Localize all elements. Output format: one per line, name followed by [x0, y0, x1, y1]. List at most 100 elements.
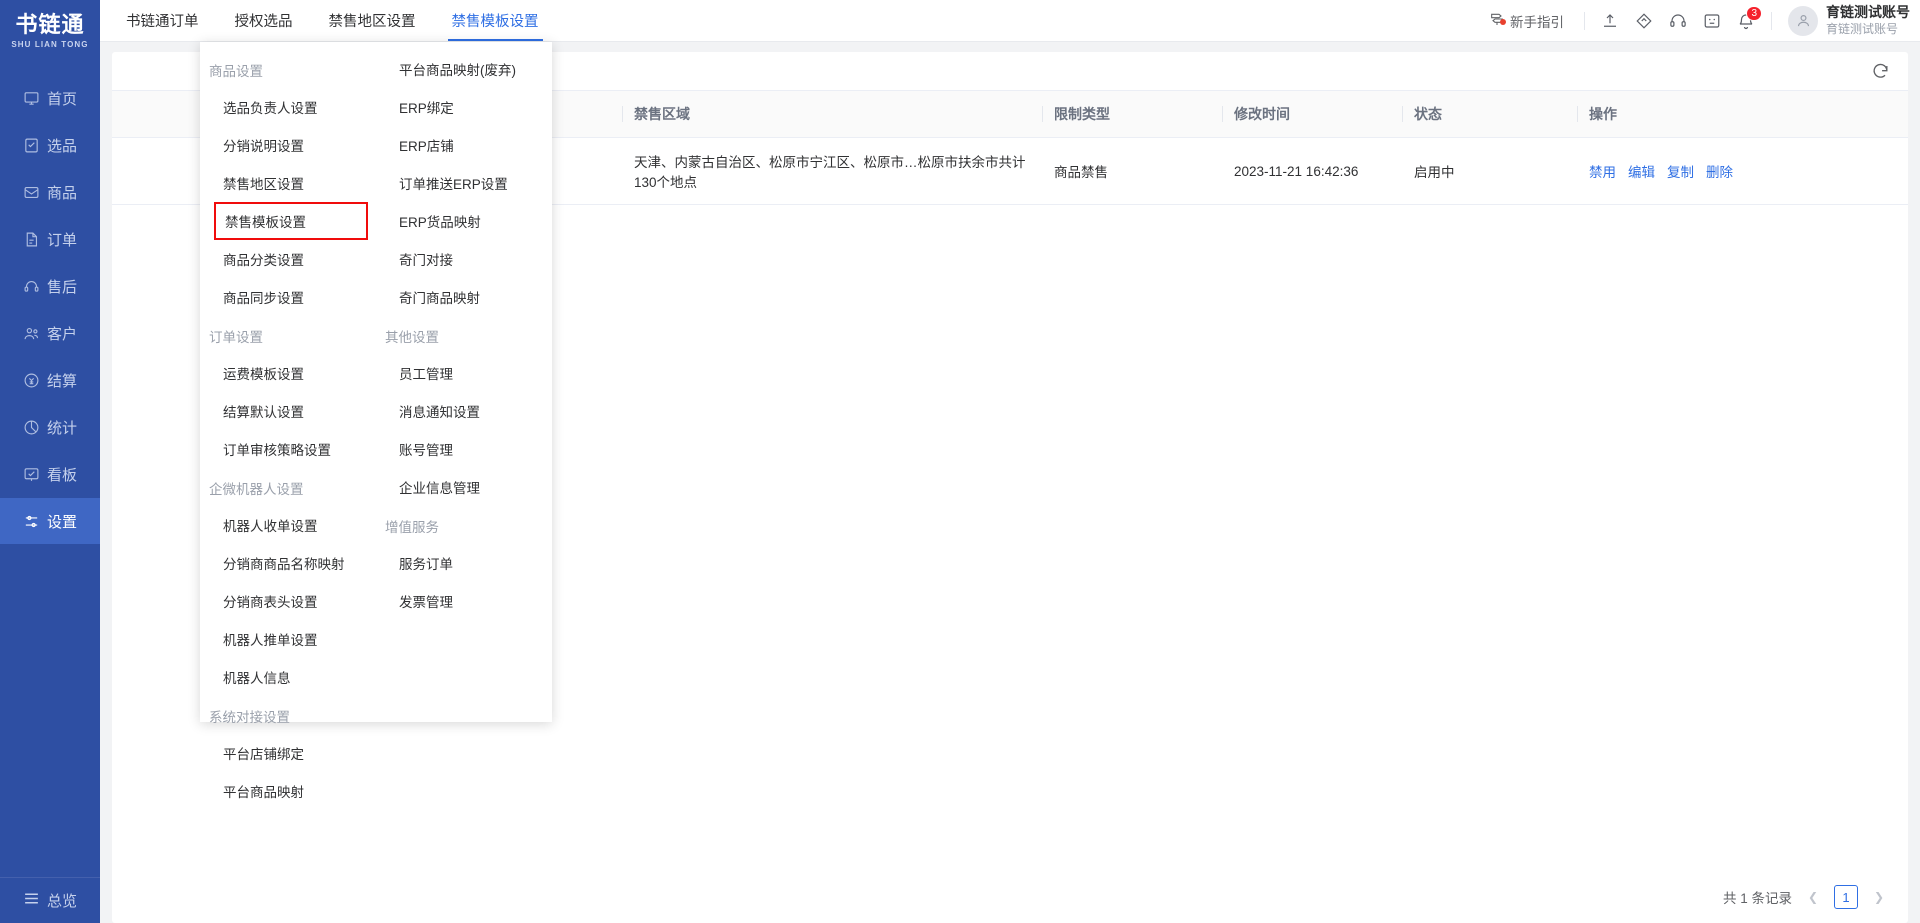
pagination-total: 共 1 条记录	[1722, 891, 1792, 906]
mega-menu-item[interactable]: 禁售地区设置	[200, 164, 376, 202]
box-icon	[23, 184, 40, 201]
mega-menu-item[interactable]: 商品同步设置	[200, 278, 376, 316]
header-separator	[1222, 106, 1223, 122]
app-root: 书链通 SHU LIAN TONG 首页 选品 商品 订单 售后 客户 结算 统计 看板 设置 总…	[0, 0, 1920, 923]
mega-menu-item[interactable]: 商品分类设置	[200, 240, 376, 278]
table-col-header-4: 修改时间	[1222, 90, 1402, 138]
mega-menu-item[interactable]: 消息通知设置	[376, 392, 552, 430]
mega-menu-item[interactable]: 奇门对接	[376, 240, 552, 278]
cell-modified-at: 2023-11-21 16:42:36	[1222, 137, 1402, 205]
sidebar-item-5[interactable]: 售后	[0, 263, 100, 309]
sidebar-item-overview[interactable]: 总览	[0, 877, 100, 923]
sidebar-item-3[interactable]: 商品	[0, 169, 100, 215]
sidebar: 书链通 SHU LIAN TONG 首页 选品 商品 订单 售后 客户 结算 统计 看板 设置 总…	[0, 0, 100, 923]
users-icon	[23, 325, 40, 342]
row-actions: 禁用 编辑 复制 删除	[1589, 161, 1898, 181]
mega-menu-item[interactable]: 订单审核策略设置	[200, 430, 376, 468]
sidebar-item-2[interactable]: 选品	[0, 122, 100, 168]
topbar-tabs: 书链通订单 授权选品 禁售地区设置 禁售模板设置	[100, 0, 557, 41]
cell-actions: 禁用 编辑 复制 删除	[1577, 137, 1908, 205]
mega-menu-item[interactable]: ERP绑定	[376, 88, 552, 126]
mega-group-title: 订单设置	[209, 330, 263, 345]
file-list-icon	[23, 231, 40, 248]
header-label: 禁售区域	[634, 106, 690, 122]
main-area: 书链通订单 授权选品 禁售地区设置 禁售模板设置 新手指引 3 育链测试账号 育…	[100, 0, 1920, 923]
action-link-3[interactable]: 复制	[1667, 161, 1694, 181]
money-circle-icon	[23, 372, 40, 389]
table-col-header-6: 操作	[1577, 90, 1908, 138]
brand-name-en: SHU LIAN TONG	[11, 40, 89, 49]
sidebar-item-1[interactable]: 首页	[0, 75, 100, 121]
user-menu[interactable]: 育链测试账号 育链测试账号	[1780, 4, 1910, 37]
sidebar-item-label: 商品	[46, 184, 77, 202]
page-number-1[interactable]: 1	[1834, 885, 1858, 909]
tab-3[interactable]: 禁售地区设置	[311, 0, 434, 41]
sidebar-item-10[interactable]: 设置	[0, 498, 100, 544]
settings-mega-menu: 商品设置 选品负责人设置 分销说明设置 禁售地区设置 禁售模板设置 商品分类设置 商品同步设…	[200, 42, 552, 800]
mega-group-title: 增值服务	[385, 520, 439, 535]
header-label: 操作	[1589, 106, 1617, 122]
tab-1[interactable]: 书链通订单	[108, 0, 217, 41]
mega-menu-item[interactable]: 平台店铺绑定	[200, 734, 376, 772]
mega-menu-item[interactable]: ERP货品映射	[376, 202, 552, 240]
mega-menu-item[interactable]: 分销商商品名称映射	[200, 544, 376, 582]
chevron-left-icon[interactable]: ❮	[1802, 886, 1824, 908]
mega-menu-item[interactable]: 员工管理	[376, 354, 552, 392]
action-link-4[interactable]: 删除	[1706, 161, 1733, 181]
feedback-icon[interactable]	[1695, 4, 1729, 38]
header-separator	[1042, 106, 1043, 122]
refresh-icon[interactable]	[1871, 62, 1890, 81]
mega-group-title: 其他设置	[385, 330, 439, 345]
user-subname: 育链测试账号	[1826, 21, 1899, 36]
divider	[1584, 11, 1585, 30]
sidebar-item-label: 客户	[46, 325, 77, 343]
mega-menu-item[interactable]: 选品负责人设置	[200, 88, 376, 126]
mega-menu-item[interactable]: 分销说明设置	[200, 126, 376, 164]
sidebar-item-9[interactable]: 看板	[0, 451, 100, 497]
mega-menu-item[interactable]: 机器人收单设置	[200, 506, 376, 544]
mega-menu-item[interactable]: 结算默认设置	[200, 392, 376, 430]
sidebar-item-4[interactable]: 订单	[0, 216, 100, 262]
header-label: 修改时间	[1234, 106, 1290, 122]
mega-menu-item[interactable]: 机器人推单设置	[200, 620, 376, 658]
mega-menu-item[interactable]: 订单推送ERP设置	[376, 164, 552, 202]
headset-icon[interactable]	[1661, 4, 1695, 38]
mega-menu-item[interactable]: 发票管理	[376, 582, 552, 620]
chevron-right-icon[interactable]: ❯	[1868, 886, 1890, 908]
sidebar-item-8[interactable]: 统计	[0, 404, 100, 450]
pie-chart-icon	[23, 419, 40, 436]
bell-icon[interactable]: 3	[1729, 4, 1763, 38]
sidebar-item-6[interactable]: 客户	[0, 310, 100, 356]
mega-menu-item[interactable]: 运费模板设置	[200, 354, 376, 392]
tag-icon[interactable]	[1627, 4, 1661, 38]
sidebar-item-label: 统计	[46, 419, 77, 437]
header-separator	[1577, 106, 1578, 122]
mega-menu-item[interactable]: 奇门商品映射	[376, 278, 552, 316]
mega-menu-item[interactable]: 机器人信息	[200, 658, 376, 696]
mega-menu-item[interactable]: 企业信息管理	[376, 468, 552, 506]
mega-menu-item[interactable]: 服务订单	[376, 544, 552, 582]
sidebar-item-7[interactable]: 结算	[0, 357, 100, 403]
mega-menu-item[interactable]: 分销商表头设置	[200, 582, 376, 620]
avatar	[1788, 5, 1818, 36]
beginner-guide-button[interactable]: 新手指引	[1489, 11, 1576, 31]
user-name: 育链测试账号	[1826, 4, 1910, 21]
mega-group-title: 系统对接设置	[209, 710, 290, 725]
mega-menu-item[interactable]: 平台商品映射	[200, 772, 376, 810]
cell-limit-type: 商品禁售	[1042, 137, 1222, 205]
mega-menu-column-2: 平台商品映射(废弃) ERP绑定 ERP店铺 订单推送ERP设置 ERP货品映射 奇门对接…	[376, 50, 552, 722]
mega-menu-item[interactable]: ERP店铺	[376, 126, 552, 164]
action-link-1[interactable]: 禁用	[1589, 161, 1616, 181]
upload-icon[interactable]	[1593, 4, 1627, 38]
header-separator	[622, 106, 623, 122]
tab-4[interactable]: 禁售模板设置	[434, 0, 557, 41]
mega-menu-item[interactable]: 账号管理	[376, 430, 552, 468]
header-label: 状态	[1414, 106, 1442, 122]
action-link-2[interactable]: 编辑	[1628, 161, 1655, 181]
tab-2[interactable]: 授权选品	[217, 0, 311, 41]
mega-group-title: 企微机器人设置	[209, 482, 304, 497]
mega-menu-item-selected[interactable]: 禁售模板设置	[214, 202, 368, 240]
sidebar-item-label: 订单	[46, 231, 77, 249]
mega-menu-item[interactable]: 平台商品映射(废弃)	[376, 50, 552, 88]
monitor-icon	[23, 90, 40, 107]
